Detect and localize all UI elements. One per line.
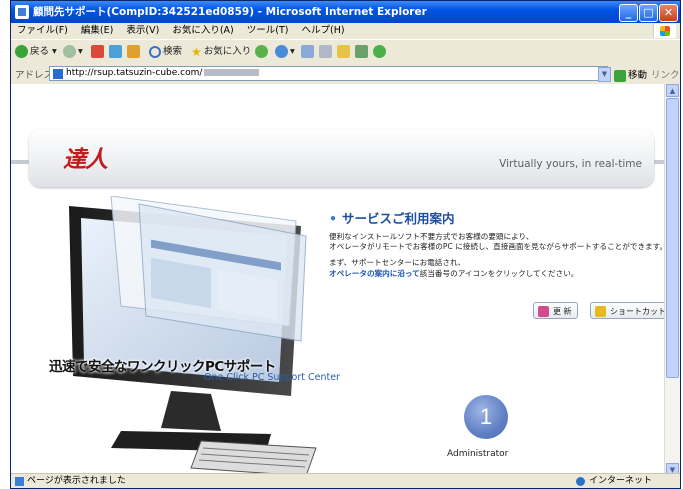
internet-zone-icon [576,477,585,486]
status-bar: ページが表示されました インターネット [11,473,680,488]
menu-bar: ファイル(F) 編集(E) 表示(V) お気に入り(A) ツール(T) ヘルプ(… [11,23,680,39]
forward-arrow-icon [63,45,76,58]
messenger-button[interactable] [373,44,388,60]
messenger-icon [373,45,386,58]
browser-window: 顧問先サポート(CompID:342521ed0859) - Microsoft… [10,0,681,489]
shortcut-button[interactable]: ショートカット [590,302,666,319]
back-arrow-icon [15,45,28,58]
search-button[interactable]: 検索 [149,44,182,60]
go-arrow-icon [614,69,626,82]
minimize-button[interactable]: _ [619,4,638,22]
menu-help[interactable]: ヘルプ(H) [302,25,345,36]
folder-button[interactable] [337,44,352,60]
go-button[interactable]: 移動 [614,67,647,82]
operator-label[interactable]: Administrator [447,449,508,459]
history-button[interactable]: ▾ [275,44,295,60]
address-dropdown-icon[interactable]: ▼ [598,67,611,82]
menu-view[interactable]: 表示(V) [126,25,159,36]
mail-icon [301,45,314,58]
address-bar: アドレス(D) http://rsup.tatsuzin-cube.com/ ▼… [11,64,680,84]
menu-edit[interactable]: 編集(E) [81,25,113,36]
tagline: Virtually yours, in real-time [499,158,642,170]
monitor-illustration [69,196,317,476]
redacted-path [204,69,260,76]
home-icon [127,45,140,58]
refresh-button[interactable] [109,44,124,60]
refresh-icon [109,45,122,58]
ie-icon [15,5,29,19]
windows-logo-icon [653,24,676,38]
discuss-button[interactable] [355,44,370,60]
folder-icon [337,45,350,58]
sub-slogan: One Click PC Support Center [204,372,340,383]
stop-icon [91,45,104,58]
description-line-2: オペレータがリモートでお客様のPC に接続し、直接画面を見ながらサポートすること… [329,242,666,251]
history-icon [275,45,288,58]
menu-favorites[interactable]: お気に入り(A) [172,25,233,36]
service-heading: サービスご利用案内 [329,208,455,227]
zone-text: インターネット [589,476,653,486]
window-title: 顧問先サポート(CompID:342521ed0859) - Microsoft… [33,6,427,18]
close-button[interactable]: ✕ [659,4,678,22]
status-text: ページが表示されました [27,476,126,486]
stop-button[interactable] [91,44,106,60]
print-button[interactable] [319,44,334,60]
refresh-page-button[interactable]: 更 新 [533,302,578,319]
operator-guide-link[interactable]: オペレータの案内に沿って [329,269,420,278]
maximize-button[interactable]: □ [639,4,658,22]
refresh-page-icon [538,306,549,317]
home-button[interactable] [127,44,142,60]
discuss-icon [355,45,368,58]
shortcut-icon [595,306,606,317]
mail-button[interactable] [301,44,316,60]
star-icon: ★ [191,44,202,59]
operator-badge[interactable]: 1 [464,395,508,439]
address-input[interactable]: http://rsup.tatsuzin-cube.com/ [49,66,608,81]
forward-button[interactable]: ▾ [63,44,83,60]
toolbar: 戻る ▾ ▾ 検索 ★ お気に入り ▾ [11,39,680,65]
search-icon [149,45,161,58]
media-icon [255,45,268,58]
media-button[interactable] [255,44,270,60]
scroll-thumb[interactable] [666,98,679,378]
links-label[interactable]: リンク » [651,67,680,81]
scroll-up-icon[interactable]: ▲ [666,84,679,97]
menu-file[interactable]: ファイル(F) [17,25,68,36]
favorites-button[interactable]: ★ お気に入り [191,44,251,60]
vertical-scrollbar[interactable]: ▲ ▼ [664,84,680,476]
description-line-4: オペレータの案内に沿って該当番号のアイコンをクリックしてください。 [329,269,579,278]
back-button[interactable]: 戻る ▾ [15,44,57,60]
page-status-icon [15,477,24,486]
title-bar[interactable]: 顧問先サポート(CompID:342521ed0859) - Microsoft… [11,1,680,23]
page-content: 達人 Virtually yours, in real-time 迅速で安全なワ… [11,84,666,476]
tatsuzin-logo: 達人 [63,146,108,173]
print-icon [319,45,332,58]
description-line-3: まず、サポートセンターにお電話され、 [329,258,466,267]
menu-tools[interactable]: ツール(T) [247,25,289,36]
